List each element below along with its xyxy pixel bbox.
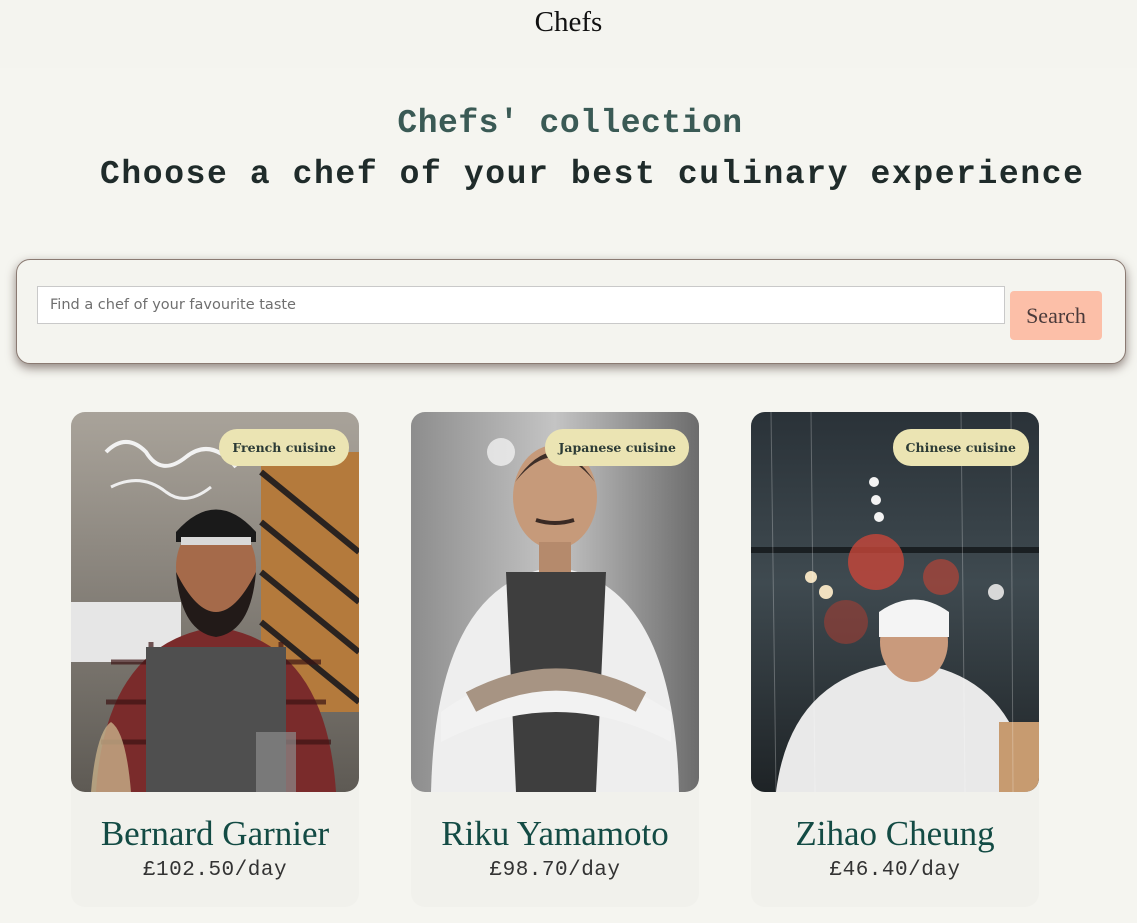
chef-price: £102.50/day	[142, 859, 288, 882]
chef-card[interactable]: Japanese cuisine Riku Yamamoto £98.70/da…	[411, 412, 699, 907]
search-button[interactable]: Search	[1010, 291, 1102, 340]
chef-name[interactable]: Zihao Cheung	[751, 814, 1039, 854]
chef-card[interactable]: Chinese cuisine Zihao Cheung £46.40/day	[751, 412, 1039, 907]
cuisine-badge: French cuisine	[219, 429, 349, 466]
chef-card[interactable]: French cuisine Bernard Garnier £102.50/d…	[71, 412, 359, 907]
search-input[interactable]	[37, 286, 1005, 324]
chef-photo[interactable]: French cuisine	[71, 412, 359, 792]
chef-photo[interactable]: Chinese cuisine	[751, 412, 1039, 792]
top-navbar: Chefs	[0, 0, 1137, 68]
chef-price: £98.70/day	[489, 859, 621, 882]
search-panel: Search	[16, 259, 1126, 364]
chef-photo-image	[411, 412, 699, 792]
cuisine-badge: Japanese cuisine	[545, 429, 689, 466]
brand-title[interactable]: Chefs	[535, 6, 603, 39]
chef-photo[interactable]: Japanese cuisine	[411, 412, 699, 792]
chef-photo-image	[71, 412, 359, 792]
cuisine-badge: Chinese cuisine	[892, 429, 1029, 466]
chef-name[interactable]: Riku Yamamoto	[411, 814, 699, 854]
chef-photo-image	[751, 412, 1039, 792]
chef-name[interactable]: Bernard Garnier	[71, 814, 359, 854]
page-subtitle: Choose a chef of your best culinary expe…	[100, 156, 1085, 193]
page-title: Chefs' collection	[397, 105, 743, 142]
chef-price: £46.40/day	[829, 859, 961, 882]
